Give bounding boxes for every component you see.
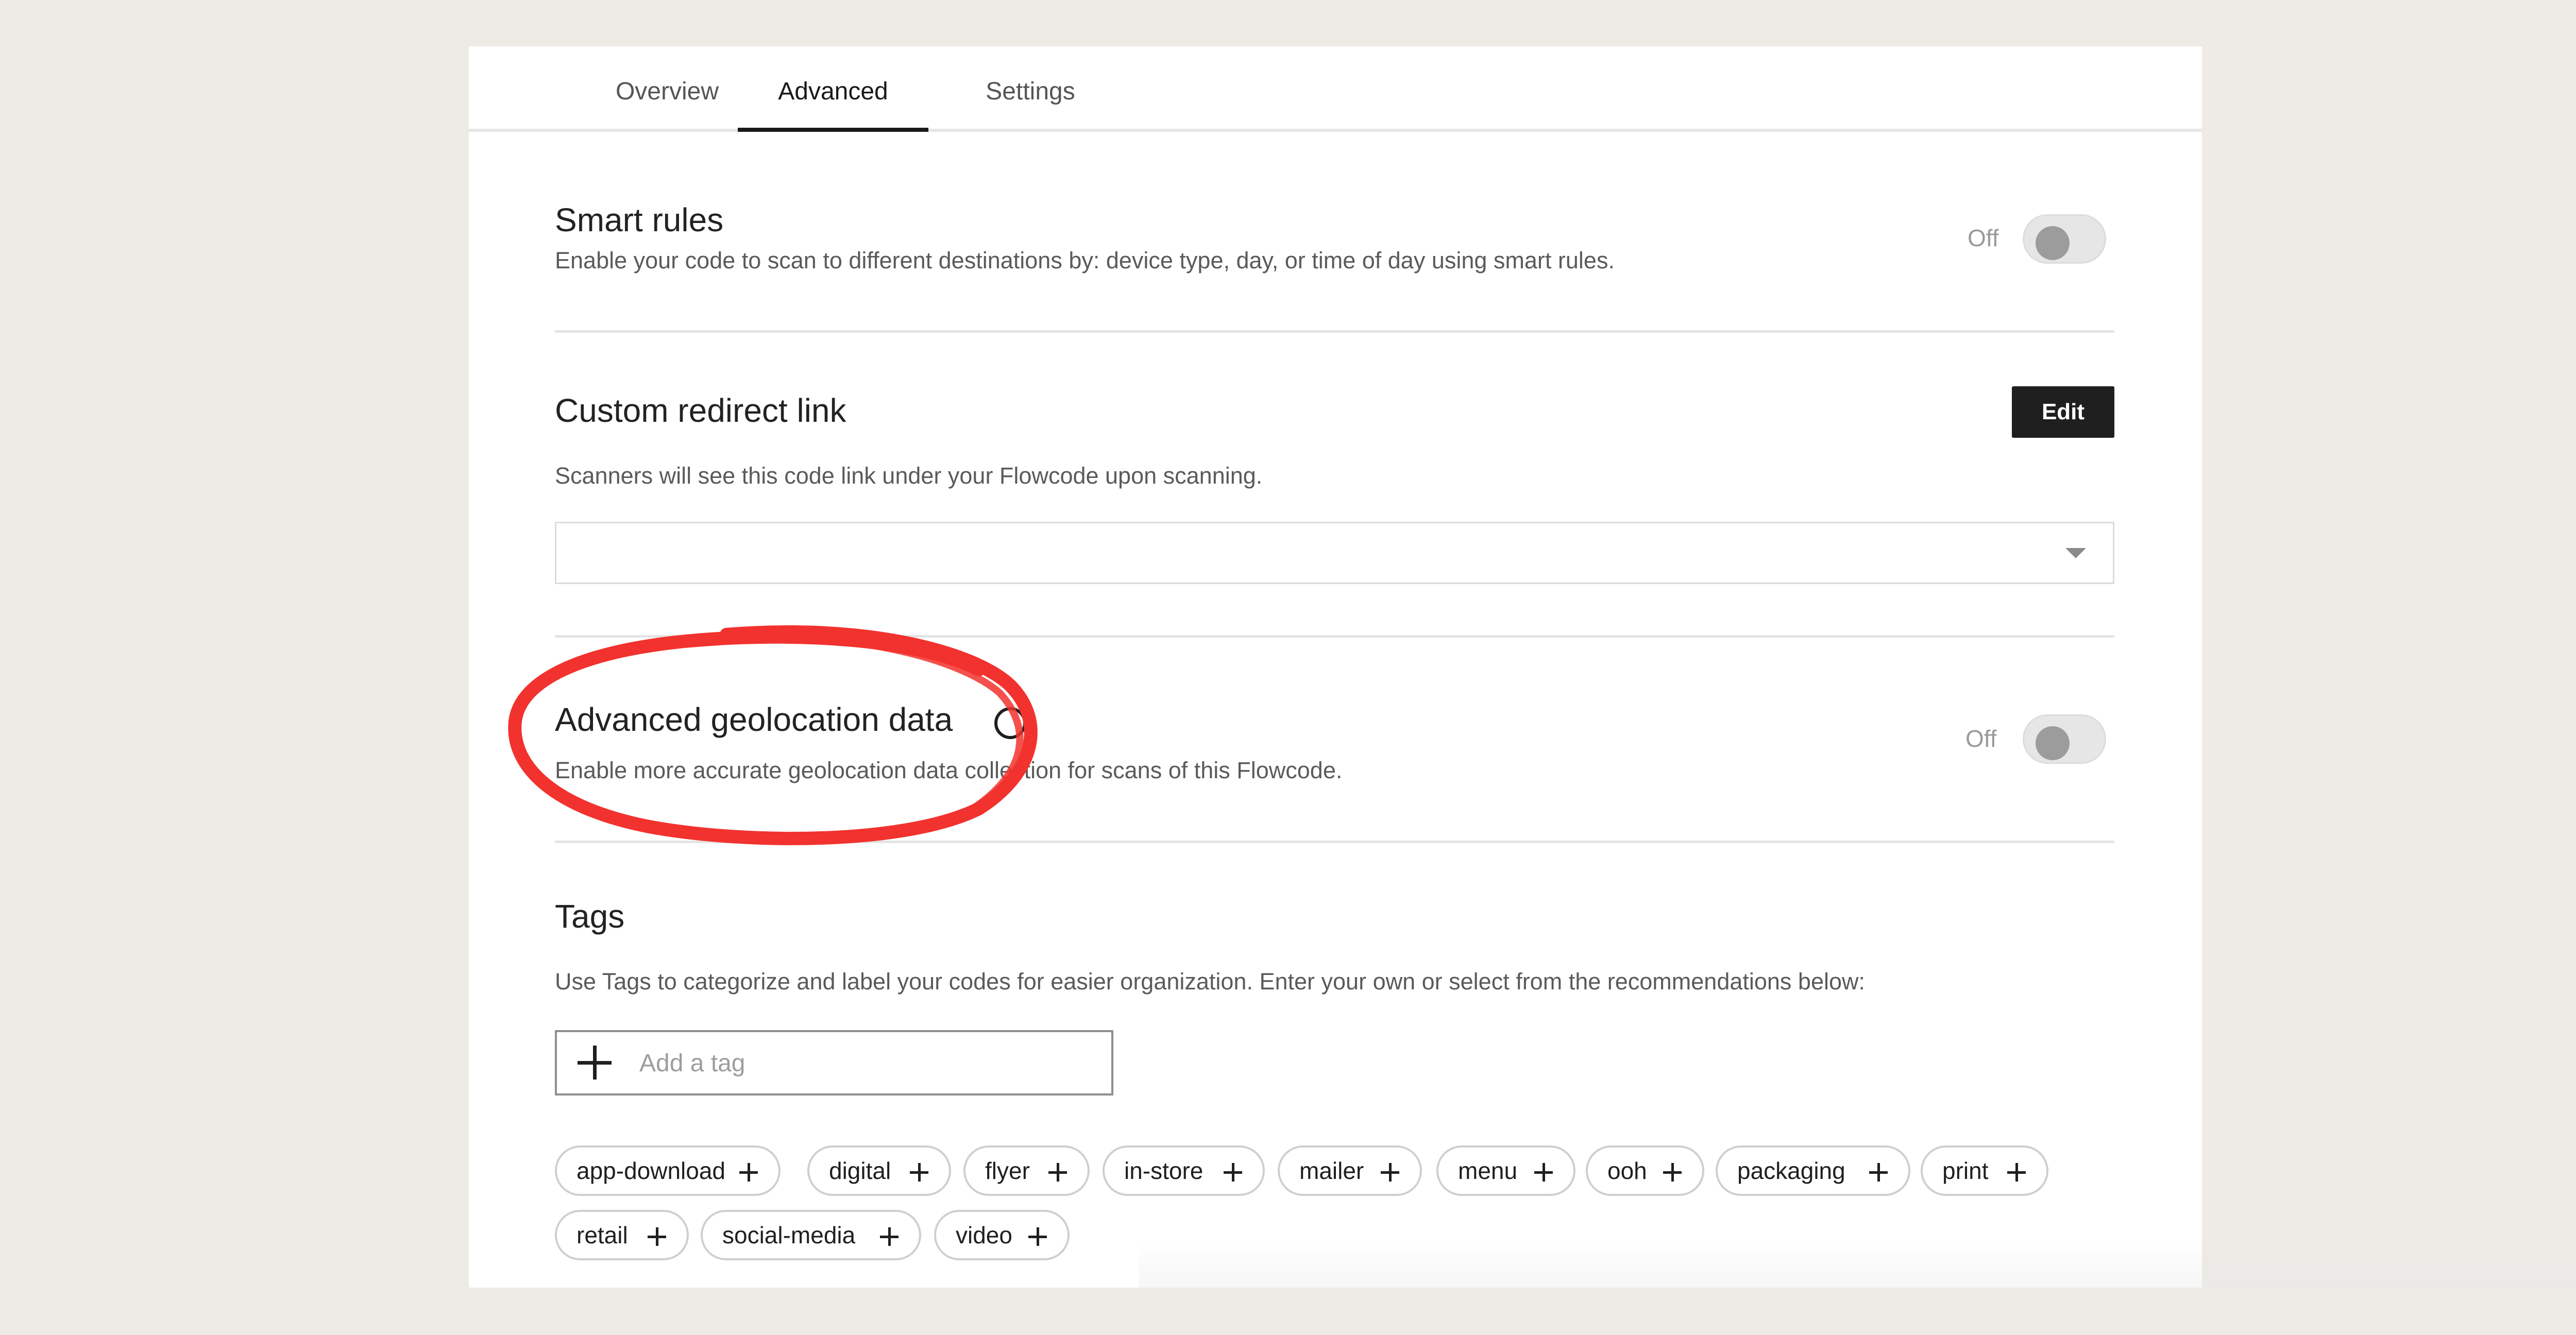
settings-panel: Overview Advanced Settings Smart rules E… — [469, 46, 2576, 1288]
tab-settings[interactable]: Settings — [938, 46, 1123, 132]
tag-chip-label: print — [1942, 1157, 1989, 1184]
tag-chip-label: video — [956, 1222, 1012, 1248]
smart-rules-description: Enable your code to scan to different de… — [555, 247, 1615, 273]
toggle-knob — [2036, 226, 2070, 260]
plus-icon — [880, 1227, 899, 1246]
custom-redirect-description: Scanners will see this code link under y… — [555, 463, 1263, 489]
smart-rules-title: Smart rules — [555, 201, 724, 238]
tag-chip-label: digital — [829, 1157, 891, 1184]
tag-chip-social-media[interactable]: social-media — [701, 1210, 921, 1260]
plus-icon — [1028, 1227, 1047, 1246]
plus-icon — [2007, 1163, 2026, 1182]
tag-chip-retail[interactable]: retail — [555, 1210, 689, 1260]
tags-title: Tags — [555, 898, 625, 935]
tag-chip-flyer[interactable]: flyer — [963, 1145, 1090, 1196]
smart-rules-toggle[interactable] — [2023, 214, 2106, 264]
tag-chip-label: app-download — [577, 1157, 726, 1184]
tag-chip-ooh[interactable]: ooh — [1586, 1145, 1704, 1196]
plus-icon — [1534, 1163, 1553, 1182]
tag-chip-app-download[interactable]: app-download — [555, 1145, 781, 1196]
custom-redirect-title: Custom redirect link — [555, 392, 846, 429]
plus-icon — [648, 1227, 666, 1246]
tag-chip-label: packaging — [1737, 1157, 1845, 1184]
info-icon[interactable] — [994, 707, 1026, 739]
divider — [555, 635, 2114, 638]
toggle-knob — [2036, 726, 2070, 760]
tag-chip-label: retail — [577, 1222, 628, 1248]
chevron-down-icon — [2065, 548, 2086, 558]
tag-chip-label: mailer — [1299, 1157, 1364, 1184]
divider — [555, 330, 2114, 333]
divider — [555, 841, 2114, 843]
tag-chip-label: social-media — [722, 1222, 856, 1248]
tag-chip-menu[interactable]: menu — [1436, 1145, 1575, 1196]
tag-chip-label: menu — [1458, 1157, 1518, 1184]
add-tag-field[interactable] — [555, 1030, 1113, 1096]
tag-chip-label: flyer — [985, 1157, 1030, 1184]
plus-icon — [910, 1163, 928, 1182]
plus-icon — [578, 1046, 612, 1080]
bottom-fade — [1139, 1241, 2576, 1288]
tag-chip-packaging[interactable]: packaging — [1716, 1145, 1910, 1196]
tag-chip-mailer[interactable]: mailer — [1278, 1145, 1422, 1196]
tag-chip-digital[interactable]: digital — [807, 1145, 951, 1196]
tag-chip-in-store[interactable]: in-store — [1103, 1145, 1265, 1196]
smart-rules-toggle-label: Off — [1968, 225, 1999, 251]
geolocation-toggle-label: Off — [1965, 725, 1997, 752]
geolocation-title: Advanced geolocation data — [555, 701, 953, 738]
edit-button[interactable]: Edit — [2012, 386, 2114, 438]
tags-description: Use Tags to categorize and label your co… — [555, 968, 1866, 995]
plus-icon — [739, 1163, 758, 1182]
redirect-link-select[interactable] — [555, 522, 2114, 584]
tag-chip-label: in-store — [1124, 1157, 1204, 1184]
plus-icon — [1663, 1163, 1682, 1182]
add-tag-input[interactable] — [639, 1045, 1093, 1082]
geolocation-toggle[interactable] — [2023, 714, 2106, 764]
plus-icon — [1048, 1163, 1067, 1182]
tag-chip-print[interactable]: print — [1921, 1145, 2048, 1196]
geolocation-description: Enable more accurate geolocation data co… — [555, 757, 1343, 783]
tag-chip-video[interactable]: video — [934, 1210, 1070, 1260]
tab-advanced[interactable]: Advanced — [738, 46, 928, 132]
plus-icon — [1381, 1163, 1399, 1182]
tab-overview[interactable]: Overview — [590, 46, 744, 132]
tab-bar: Overview Advanced Settings — [469, 46, 2202, 132]
tag-chip-label: ooh — [1607, 1157, 1647, 1184]
plus-icon — [1224, 1163, 1242, 1182]
plus-icon — [1869, 1163, 1888, 1182]
